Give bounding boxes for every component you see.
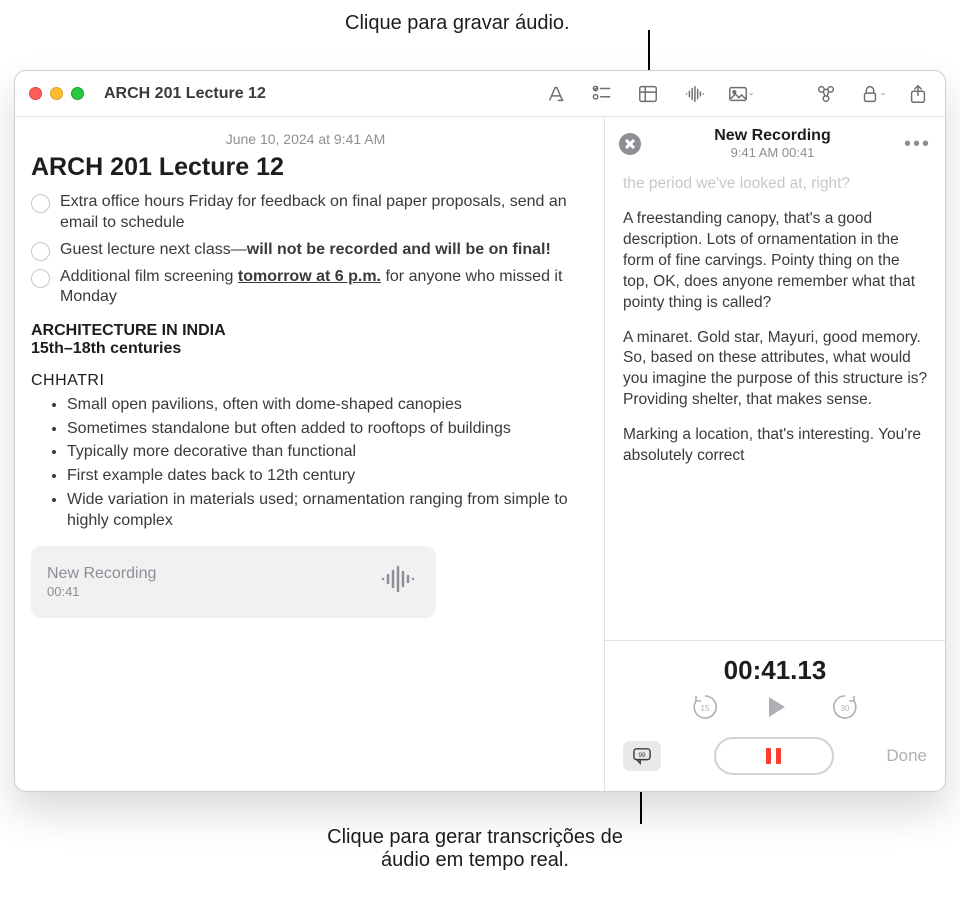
zoom-window-button[interactable]	[71, 87, 84, 100]
transcript-area[interactable]: the period we've looked at, right? A fre…	[605, 162, 945, 640]
attachment-label: New Recording 00:41	[47, 564, 156, 599]
pause-icon	[766, 748, 781, 764]
recording-subtitle: 9:41 AM 00:41	[651, 145, 894, 160]
section-heading: ARCHITECTURE IN INDIA	[31, 322, 580, 340]
checklist-item[interactable]: Extra office hours Friday for feedback o…	[31, 192, 580, 234]
list-item: First example dates back to 12th century	[67, 465, 580, 487]
playback-controls: 15 30	[623, 692, 927, 727]
close-recording-button[interactable]	[619, 133, 641, 155]
done-button[interactable]: Done	[886, 746, 927, 766]
note-pane[interactable]: June 10, 2024 at 9:41 AM ARCH 201 Lectur…	[15, 117, 605, 791]
bullet-list: Small open pavilions, often with dome-sh…	[31, 394, 580, 532]
text-fragment: Guest lecture next class—	[60, 241, 247, 258]
format-text-button[interactable]	[543, 81, 569, 107]
recording-header-center: New Recording 9:41 AM 00:41	[651, 127, 894, 160]
svg-text:99: 99	[638, 752, 646, 759]
play-button[interactable]	[760, 692, 790, 727]
callout-bottom-line1: Clique para gerar transcrições de	[327, 826, 623, 848]
titlebar: ARCH 201 Lecture 12	[15, 71, 945, 117]
transcript-paragraph: Marking a location, that's interesting. …	[623, 425, 929, 467]
svg-text:30: 30	[841, 704, 850, 713]
list-item: Typically more decorative than functiona…	[67, 441, 580, 463]
transcription-toggle-button[interactable]: 99	[623, 741, 661, 771]
link-note-button[interactable]	[813, 81, 839, 107]
minimize-window-button[interactable]	[50, 87, 63, 100]
window-controls	[29, 87, 84, 100]
note-date: June 10, 2024 at 9:41 AM	[31, 131, 580, 147]
transcript-paragraph: A minaret. Gold star, Mayuri, good memor…	[623, 328, 929, 412]
skip-forward-button[interactable]: 30	[830, 692, 860, 727]
share-button[interactable]	[905, 81, 931, 107]
callout-bottom-line2: áudio em tempo real.	[381, 849, 569, 871]
list-heading: CHHATRI	[31, 372, 580, 390]
recording-header: New Recording 9:41 AM 00:41 •••	[605, 117, 945, 162]
transcript-line-faded: the period we've looked at, right?	[623, 174, 929, 195]
recording-controls: 00:41.13 15 30 99	[605, 640, 945, 791]
content-area: June 10, 2024 at 9:41 AM ARCH 201 Lectur…	[15, 117, 945, 791]
text-fragment-underline: tomorrow at 6 p.m.	[238, 268, 381, 285]
window-title: ARCH 201 Lecture 12	[104, 85, 535, 103]
attachment-name: New Recording	[47, 564, 156, 583]
close-window-button[interactable]	[29, 87, 42, 100]
text-fragment-bold: will not be recorded and will be on fina…	[247, 241, 551, 258]
callout-bottom: Clique para gerar transcrições de áudio …	[200, 826, 750, 872]
list-item: Wide variation in materials used; orname…	[67, 489, 580, 532]
recording-title: New Recording	[651, 127, 894, 145]
checklist-item[interactable]: Guest lecture next class—will not be rec…	[31, 240, 580, 261]
app-window: ARCH 201 Lecture 12	[14, 70, 946, 792]
text-fragment: Additional film screening	[60, 268, 238, 285]
media-menu-button[interactable]	[727, 81, 753, 107]
checklist-text: Additional film screening tomorrow at 6 …	[60, 267, 580, 309]
section-subheading: 15th–18th centuries	[31, 340, 580, 358]
checkbox-icon[interactable]	[31, 194, 50, 213]
checklist-button[interactable]	[589, 81, 615, 107]
recording-bottom-row: 99 Done	[623, 737, 927, 775]
record-audio-button[interactable]	[681, 81, 707, 107]
recording-pane: New Recording 9:41 AM 00:41 ••• the peri…	[605, 117, 945, 791]
transcript-paragraph: A freestanding canopy, that's a good des…	[623, 209, 929, 314]
callout-top: Clique para gravar áudio.	[345, 12, 570, 35]
elapsed-time: 00:41.13	[623, 655, 927, 686]
lock-menu-button[interactable]	[859, 81, 885, 107]
list-item: Small open pavilions, often with dome-sh…	[67, 394, 580, 416]
recording-attachment[interactable]: New Recording 00:41	[31, 546, 436, 618]
checklist-item[interactable]: Additional film screening tomorrow at 6 …	[31, 267, 580, 309]
waveform-icon	[380, 565, 420, 598]
toolbar	[543, 81, 931, 107]
checklist: Extra office hours Friday for feedback o…	[31, 192, 580, 308]
attachment-duration: 00:41	[47, 584, 156, 600]
pause-recording-button[interactable]	[714, 737, 834, 775]
checkbox-icon[interactable]	[31, 242, 50, 261]
checklist-text: Guest lecture next class—will not be rec…	[60, 240, 551, 261]
note-title: ARCH 201 Lecture 12	[31, 153, 580, 182]
recording-more-button[interactable]: •••	[904, 139, 931, 149]
skip-back-button[interactable]: 15	[690, 692, 720, 727]
checklist-text: Extra office hours Friday for feedback o…	[60, 192, 580, 234]
checkbox-icon[interactable]	[31, 269, 50, 288]
table-button[interactable]	[635, 81, 661, 107]
svg-text:15: 15	[701, 704, 710, 713]
list-item: Sometimes standalone but often added to …	[67, 418, 580, 440]
